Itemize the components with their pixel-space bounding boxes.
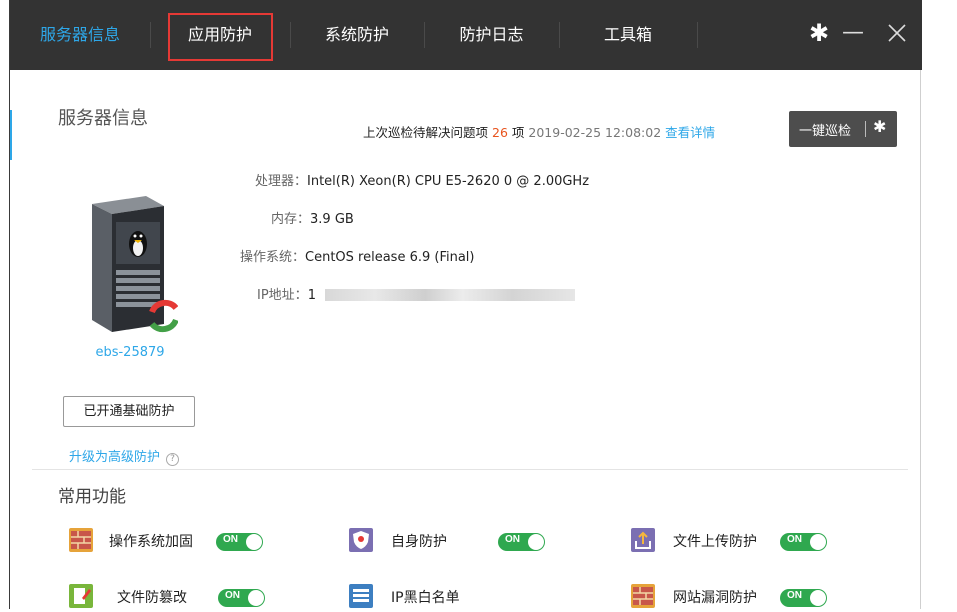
upload-protection-toggle[interactable]: ON [780, 533, 827, 551]
list-icon [349, 584, 373, 608]
shield-icon [349, 528, 373, 552]
brick-wall-icon [69, 528, 93, 552]
toggle-knob [810, 534, 826, 550]
ip-value-visible: 1 [307, 288, 316, 303]
edit-document-icon [69, 584, 93, 608]
view-details-link[interactable]: 查看详情 [665, 125, 715, 140]
toggle-state: ON [787, 534, 802, 545]
onekey-check-label: 一键巡检 [799, 124, 852, 139]
upgrade-advanced-link[interactable]: 升级为高级防护 [69, 450, 160, 465]
toggle-knob [248, 590, 264, 606]
feature-self-protection: 自身防护 ON [349, 528, 569, 556]
cpu-row: 处理器：Intel(R) Xeon(R) CPU E5-2620 0 @ 2.0… [255, 170, 589, 189]
button-divider [865, 121, 866, 137]
basic-protection-button[interactable]: 已开通基础防护 [63, 396, 195, 427]
gear-icon[interactable]: ✱ [806, 20, 832, 46]
feature-upload-protection: 文件上传防护 ON [631, 528, 851, 556]
tab-system-protection[interactable]: 系统防护 [290, 0, 424, 70]
feature-name: 自身防护 [391, 534, 447, 550]
page-title: 服务器信息 [58, 108, 148, 129]
minimize-icon[interactable]: — [840, 20, 866, 46]
gear-icon[interactable]: ✱ [873, 117, 886, 136]
section-divider [32, 469, 908, 470]
ip-row: IP地址：1 [257, 284, 316, 303]
issue-count: 26 [492, 125, 508, 140]
feature-tamper-protection: 文件防篡改 ON [69, 584, 289, 612]
toggle-knob [810, 590, 826, 606]
last-check-summary: 上次巡检待解决问题项 26 项 2019-02-25 12:08:02 查看详情 [363, 122, 715, 141]
left-edge-accent [10, 110, 12, 160]
memory-label: 内存： [271, 212, 311, 227]
tab-server-info[interactable]: 服务器信息 [10, 0, 150, 70]
tab-highlight-annotation [168, 13, 273, 61]
feature-os-hardening: 操作系统加固 ON [69, 528, 289, 556]
memory-row: 内存：3.9 GB [271, 208, 354, 227]
os-hardening-toggle[interactable]: ON [216, 533, 263, 551]
toggle-state: ON [505, 534, 520, 545]
ip-redaction-blur [325, 289, 575, 301]
onekey-check-button[interactable]: 一键巡检 ✱ [789, 111, 897, 147]
top-nav-bar: 服务器信息 应用防护 系统防护 防护日志 工具箱 ✱ — [10, 0, 922, 70]
toggle-knob [246, 534, 262, 550]
feature-web-vuln-protection: 网站漏洞防护 ON [631, 584, 851, 612]
ip-label: IP地址： [257, 288, 308, 303]
last-check-prefix: 上次巡检待解决问题项 [363, 125, 489, 140]
feature-ip-list[interactable]: IP黑白名单 [349, 584, 569, 612]
feature-name: 网站漏洞防护 [673, 590, 757, 606]
feature-name: IP黑白名单 [391, 590, 460, 606]
app-window: 服务器信息 应用防护 系统防护 防护日志 工具箱 ✱ — 服务器信息 上次巡检待… [9, 0, 922, 612]
toggle-state: ON [787, 590, 802, 601]
brick-wall-icon [631, 584, 655, 608]
web-vuln-protection-toggle[interactable]: ON [780, 589, 827, 607]
upgrade-link-wrap: 升级为高级防护? [69, 446, 180, 466]
toggle-state: ON [223, 534, 238, 545]
feature-name: 操作系统加固 [109, 534, 193, 550]
upload-icon [631, 528, 655, 552]
os-row: 操作系统：CentOS release 6.9 (Final) [240, 246, 475, 265]
tab-protection-log[interactable]: 防护日志 [424, 0, 559, 70]
cpu-value: Intel(R) Xeon(R) CPU E5-2620 0 @ 2.00GHz [307, 174, 590, 189]
os-label: 操作系统： [240, 250, 306, 265]
last-check-datetime: 2019-02-25 12:08:02 [528, 125, 662, 140]
host-name: ebs-25879 [95, 345, 165, 360]
feature-name: 文件防篡改 [117, 590, 187, 606]
os-value: CentOS release 6.9 (Final) [305, 250, 475, 265]
close-icon[interactable] [884, 20, 910, 46]
tamper-protection-toggle[interactable]: ON [218, 589, 265, 607]
issue-count-unit: 项 [511, 125, 525, 140]
cpu-label: 处理器： [255, 174, 308, 189]
tab-divider [697, 22, 698, 48]
help-icon[interactable]: ? [166, 453, 180, 466]
feature-name: 文件上传防护 [673, 534, 757, 550]
memory-value: 3.9 GB [310, 212, 354, 227]
toggle-state: ON [225, 590, 240, 601]
self-protection-toggle[interactable]: ON [498, 533, 545, 551]
common-functions-title: 常用功能 [58, 487, 126, 507]
toggle-knob [528, 534, 544, 550]
server-tower-icon [82, 196, 179, 334]
tab-toolbox[interactable]: 工具箱 [559, 0, 697, 70]
